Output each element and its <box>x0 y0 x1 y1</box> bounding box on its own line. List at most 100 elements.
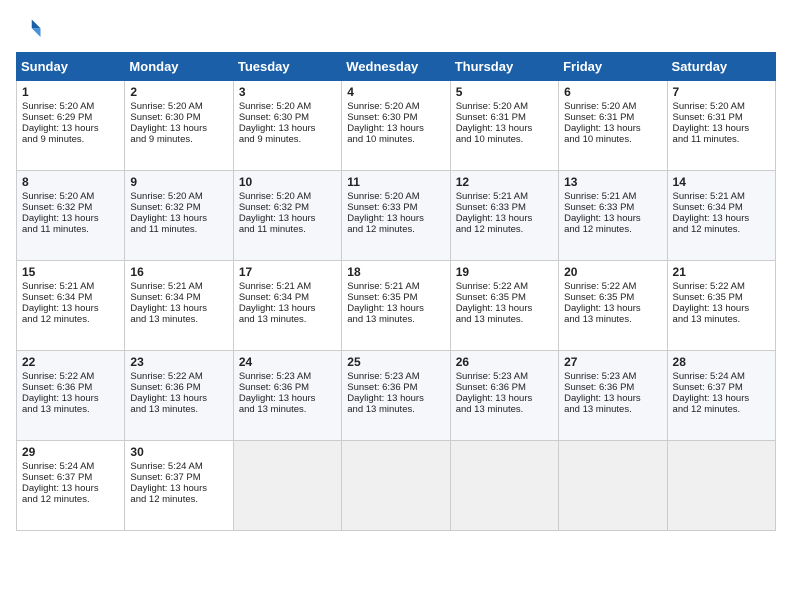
day-number: 17 <box>239 265 336 279</box>
calendar-table: SundayMondayTuesdayWednesdayThursdayFrid… <box>16 52 776 531</box>
daylight-text-cont: and 10 minutes. <box>347 134 415 145</box>
day-number: 23 <box>130 355 227 369</box>
daylight-text: Daylight: 13 hours <box>239 303 316 314</box>
sunrise-text: Sunrise: 5:24 AM <box>22 461 94 472</box>
daylight-text-cont: and 13 minutes. <box>130 404 198 415</box>
daylight-text: Daylight: 13 hours <box>347 393 424 404</box>
sunset-text: Sunset: 6:32 PM <box>239 202 309 213</box>
day-number: 4 <box>347 85 444 99</box>
calendar-cell: 19Sunrise: 5:22 AMSunset: 6:35 PMDayligh… <box>450 261 558 351</box>
sunrise-text: Sunrise: 5:22 AM <box>456 281 528 292</box>
sunrise-text: Sunrise: 5:20 AM <box>22 191 94 202</box>
sunset-text: Sunset: 6:32 PM <box>130 202 200 213</box>
calendar-header-monday: Monday <box>125 53 233 81</box>
calendar-cell: 21Sunrise: 5:22 AMSunset: 6:35 PMDayligh… <box>667 261 775 351</box>
daylight-text: Daylight: 13 hours <box>130 303 207 314</box>
daylight-text: Daylight: 13 hours <box>564 393 641 404</box>
daylight-text-cont: and 13 minutes. <box>456 314 524 325</box>
sunrise-text: Sunrise: 5:20 AM <box>347 191 419 202</box>
sunset-text: Sunset: 6:37 PM <box>130 472 200 483</box>
calendar-cell: 12Sunrise: 5:21 AMSunset: 6:33 PMDayligh… <box>450 171 558 261</box>
daylight-text: Daylight: 13 hours <box>130 393 207 404</box>
day-number: 18 <box>347 265 444 279</box>
daylight-text: Daylight: 13 hours <box>456 213 533 224</box>
calendar-cell: 28Sunrise: 5:24 AMSunset: 6:37 PMDayligh… <box>667 351 775 441</box>
calendar-cell: 26Sunrise: 5:23 AMSunset: 6:36 PMDayligh… <box>450 351 558 441</box>
calendar-header-tuesday: Tuesday <box>233 53 341 81</box>
calendar-cell: 30Sunrise: 5:24 AMSunset: 6:37 PMDayligh… <box>125 441 233 531</box>
calendar-cell: 5Sunrise: 5:20 AMSunset: 6:31 PMDaylight… <box>450 81 558 171</box>
sunset-text: Sunset: 6:31 PM <box>456 112 526 123</box>
daylight-text: Daylight: 13 hours <box>456 303 533 314</box>
day-number: 30 <box>130 445 227 459</box>
calendar-header-wednesday: Wednesday <box>342 53 450 81</box>
sunset-text: Sunset: 6:36 PM <box>22 382 92 393</box>
day-number: 26 <box>456 355 553 369</box>
sunset-text: Sunset: 6:30 PM <box>239 112 309 123</box>
sunrise-text: Sunrise: 5:20 AM <box>130 191 202 202</box>
sunrise-text: Sunrise: 5:20 AM <box>239 191 311 202</box>
daylight-text-cont: and 10 minutes. <box>564 134 632 145</box>
calendar-cell: 11Sunrise: 5:20 AMSunset: 6:33 PMDayligh… <box>342 171 450 261</box>
daylight-text-cont: and 12 minutes. <box>564 224 632 235</box>
daylight-text-cont: and 13 minutes. <box>564 404 632 415</box>
calendar-cell: 15Sunrise: 5:21 AMSunset: 6:34 PMDayligh… <box>17 261 125 351</box>
daylight-text-cont: and 12 minutes. <box>130 494 198 505</box>
sunset-text: Sunset: 6:36 PM <box>130 382 200 393</box>
daylight-text-cont: and 12 minutes. <box>673 404 741 415</box>
calendar-header-row: SundayMondayTuesdayWednesdayThursdayFrid… <box>17 53 776 81</box>
day-number: 25 <box>347 355 444 369</box>
calendar-cell: 2Sunrise: 5:20 AMSunset: 6:30 PMDaylight… <box>125 81 233 171</box>
sunrise-text: Sunrise: 5:21 AM <box>22 281 94 292</box>
calendar-cell <box>450 441 558 531</box>
daylight-text: Daylight: 13 hours <box>239 123 316 134</box>
sunrise-text: Sunrise: 5:21 AM <box>239 281 311 292</box>
calendar-cell: 24Sunrise: 5:23 AMSunset: 6:36 PMDayligh… <box>233 351 341 441</box>
daylight-text: Daylight: 13 hours <box>22 393 99 404</box>
day-number: 15 <box>22 265 119 279</box>
day-number: 22 <box>22 355 119 369</box>
sunrise-text: Sunrise: 5:23 AM <box>564 371 636 382</box>
sunset-text: Sunset: 6:36 PM <box>347 382 417 393</box>
day-number: 27 <box>564 355 661 369</box>
daylight-text: Daylight: 13 hours <box>239 213 316 224</box>
day-number: 14 <box>673 175 770 189</box>
day-number: 5 <box>456 85 553 99</box>
daylight-text-cont: and 11 minutes. <box>22 224 89 235</box>
sunrise-text: Sunrise: 5:21 AM <box>347 281 419 292</box>
day-number: 9 <box>130 175 227 189</box>
daylight-text-cont: and 12 minutes. <box>22 314 90 325</box>
sunset-text: Sunset: 6:33 PM <box>456 202 526 213</box>
daylight-text: Daylight: 13 hours <box>347 213 424 224</box>
daylight-text-cont: and 13 minutes. <box>347 404 415 415</box>
daylight-text-cont: and 13 minutes. <box>673 314 741 325</box>
calendar-cell: 9Sunrise: 5:20 AMSunset: 6:32 PMDaylight… <box>125 171 233 261</box>
daylight-text-cont: and 13 minutes. <box>456 404 524 415</box>
calendar-header-saturday: Saturday <box>667 53 775 81</box>
daylight-text: Daylight: 13 hours <box>564 123 641 134</box>
calendar-cell: 22Sunrise: 5:22 AMSunset: 6:36 PMDayligh… <box>17 351 125 441</box>
sunset-text: Sunset: 6:37 PM <box>673 382 743 393</box>
sunrise-text: Sunrise: 5:20 AM <box>130 101 202 112</box>
calendar-cell <box>342 441 450 531</box>
sunset-text: Sunset: 6:31 PM <box>564 112 634 123</box>
calendar-week-row: 8Sunrise: 5:20 AMSunset: 6:32 PMDaylight… <box>17 171 776 261</box>
sunset-text: Sunset: 6:35 PM <box>347 292 417 303</box>
sunrise-text: Sunrise: 5:24 AM <box>673 371 745 382</box>
day-number: 12 <box>456 175 553 189</box>
daylight-text: Daylight: 13 hours <box>347 123 424 134</box>
sunset-text: Sunset: 6:36 PM <box>456 382 526 393</box>
sunset-text: Sunset: 6:34 PM <box>130 292 200 303</box>
calendar-cell: 14Sunrise: 5:21 AMSunset: 6:34 PMDayligh… <box>667 171 775 261</box>
daylight-text: Daylight: 13 hours <box>673 303 750 314</box>
day-number: 16 <box>130 265 227 279</box>
sunrise-text: Sunrise: 5:20 AM <box>239 101 311 112</box>
sunrise-text: Sunrise: 5:20 AM <box>673 101 745 112</box>
sunset-text: Sunset: 6:36 PM <box>564 382 634 393</box>
day-number: 29 <box>22 445 119 459</box>
calendar-header-thursday: Thursday <box>450 53 558 81</box>
sunrise-text: Sunrise: 5:21 AM <box>673 191 745 202</box>
daylight-text: Daylight: 13 hours <box>130 123 207 134</box>
sunrise-text: Sunrise: 5:24 AM <box>130 461 202 472</box>
day-number: 1 <box>22 85 119 99</box>
